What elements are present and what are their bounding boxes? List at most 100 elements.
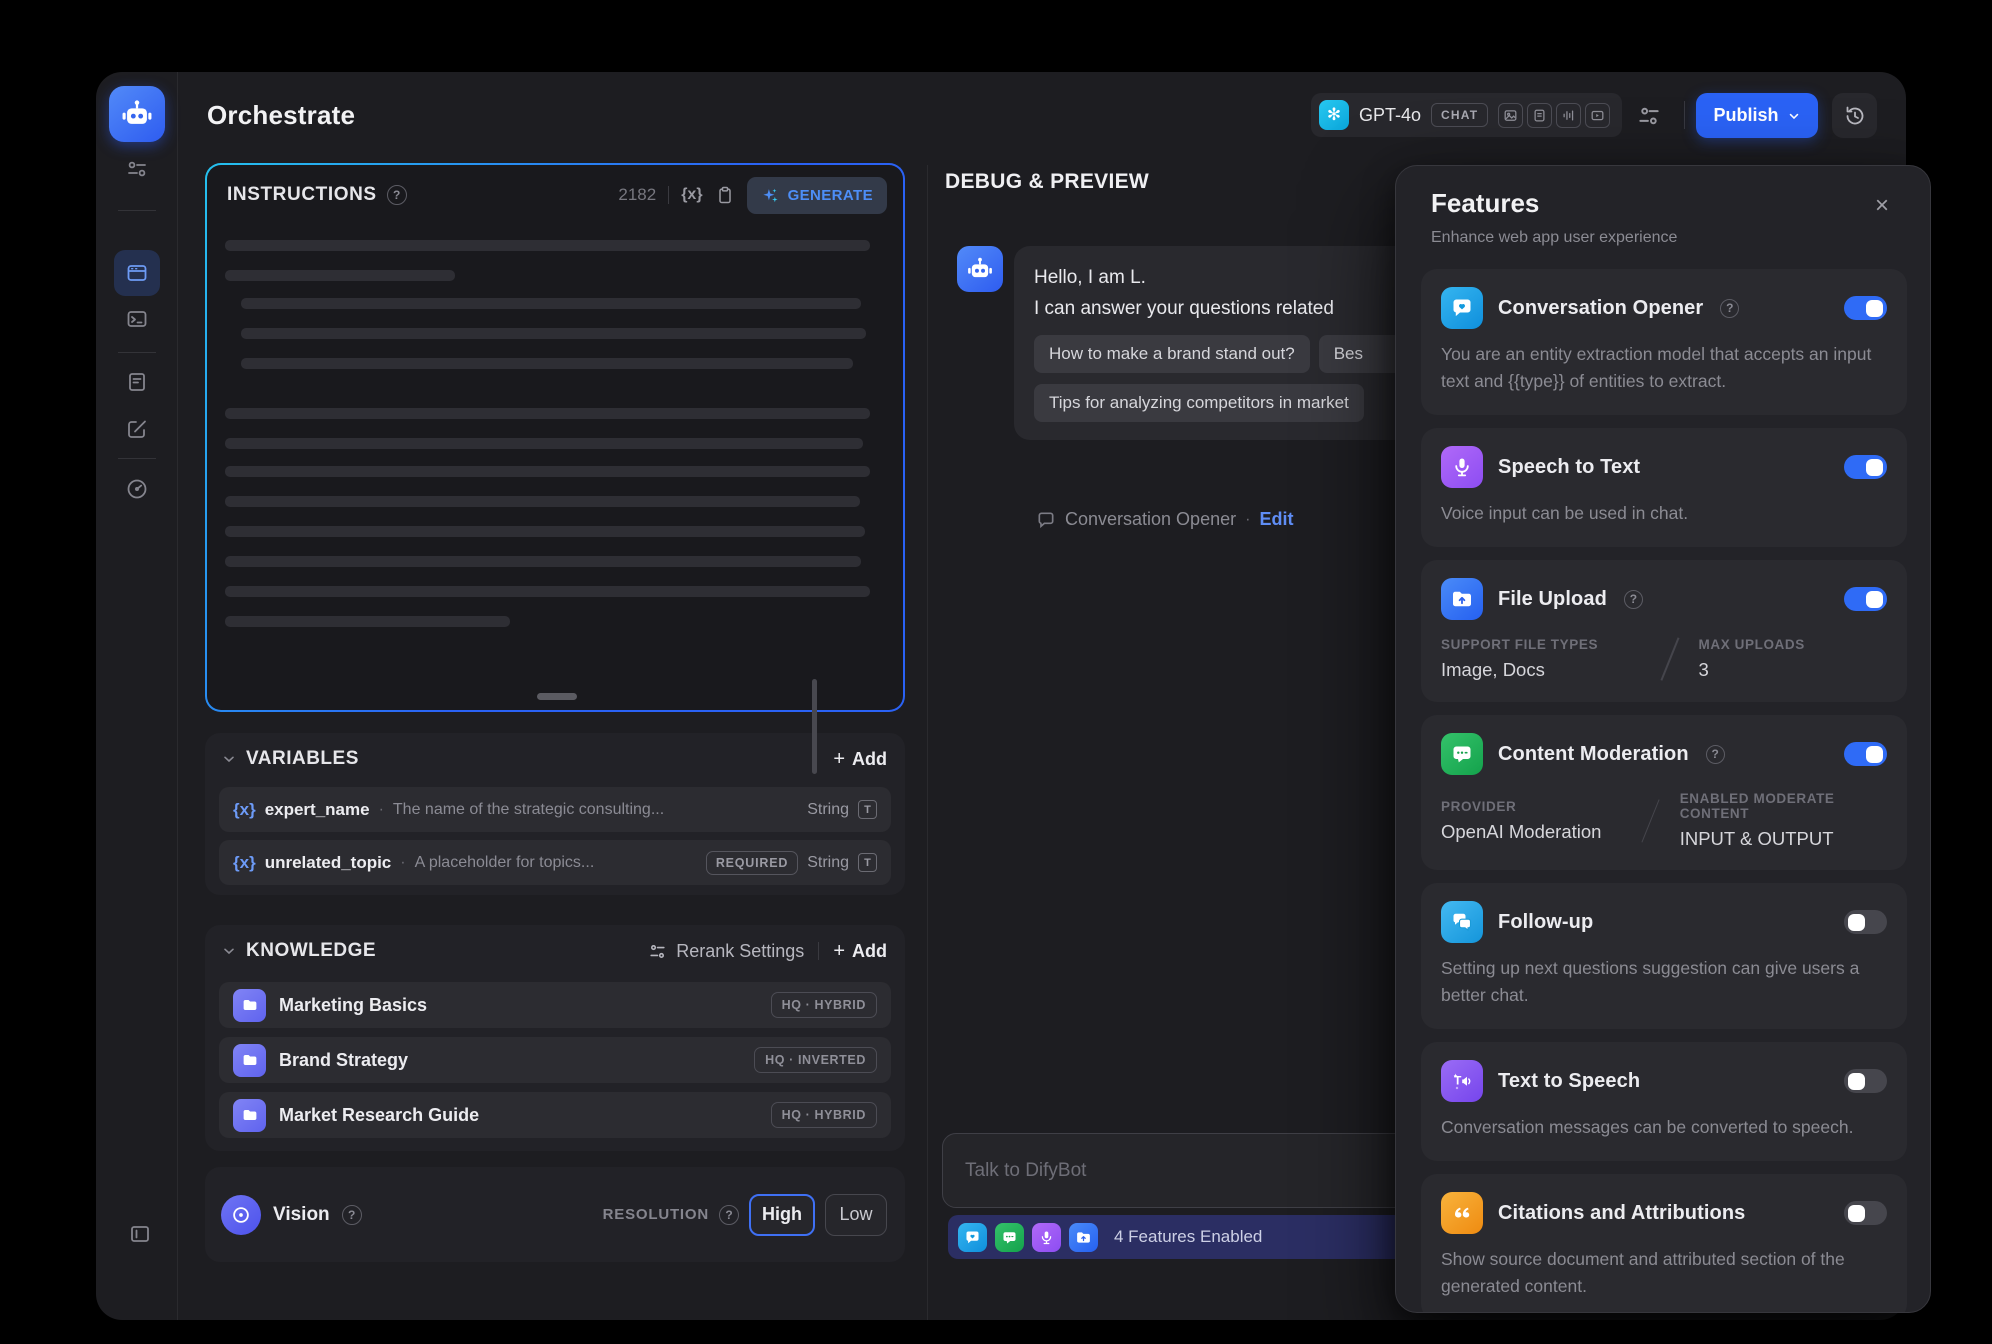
app-logo-robot-icon[interactable] bbox=[109, 86, 165, 142]
scrollbar-thumb[interactable] bbox=[812, 679, 817, 774]
field-divider bbox=[1642, 799, 1660, 842]
feature-title: Citations and Attributions bbox=[1498, 1202, 1745, 1225]
suggested-question-chip[interactable]: How to make a brand stand out? bbox=[1034, 335, 1310, 373]
clipboard-icon[interactable] bbox=[715, 185, 735, 205]
resolution-low-button[interactable]: Low bbox=[825, 1194, 887, 1236]
knowledge-title: KNOWLEDGE bbox=[246, 940, 376, 962]
folder-upload-icon bbox=[1441, 578, 1483, 620]
add-label: Add bbox=[852, 749, 887, 770]
variable-icon: {x} bbox=[233, 800, 256, 820]
quote-icon bbox=[1441, 1192, 1483, 1234]
variable-row[interactable]: {x} unrelated_topic · A placeholder for … bbox=[219, 840, 891, 885]
feature-toggle[interactable] bbox=[1844, 1069, 1887, 1093]
variable-row[interactable]: {x} expert_name · The name of the strate… bbox=[219, 787, 891, 832]
feature-toggle[interactable] bbox=[1844, 1201, 1887, 1225]
dataset-folder-icon bbox=[233, 1044, 266, 1077]
video-capability-icon bbox=[1585, 103, 1610, 128]
sidebar-item-orchestrate[interactable] bbox=[114, 250, 160, 296]
sidebar-item-settings-sliders-icon[interactable] bbox=[125, 157, 149, 181]
sidebar-collapse-icon[interactable] bbox=[128, 1222, 152, 1246]
publish-label: Publish bbox=[1713, 105, 1778, 126]
add-knowledge-button[interactable]: + Add bbox=[833, 940, 887, 963]
field-label: PROVIDER bbox=[1441, 799, 1622, 814]
sidebar-divider bbox=[118, 352, 156, 353]
knowledge-badge: HQ · HYBRID bbox=[771, 1102, 877, 1128]
message-dots-icon bbox=[995, 1223, 1024, 1252]
sidebar-item-logs-icon[interactable] bbox=[125, 370, 149, 394]
variable-desc: The name of the strategic consulting... bbox=[393, 801, 664, 819]
openai-logo-icon: ✻ bbox=[1319, 100, 1349, 130]
close-icon[interactable]: × bbox=[1868, 192, 1896, 220]
skeleton-line bbox=[225, 466, 870, 477]
feature-field: SUPPORT FILE TYPES Image, Docs bbox=[1441, 637, 1641, 681]
feature-toggle[interactable] bbox=[1844, 455, 1887, 479]
chat-heart-icon bbox=[958, 1223, 987, 1252]
add-variable-button[interactable]: + Add bbox=[833, 748, 887, 771]
variable-type: String bbox=[807, 801, 849, 819]
feature-toggle[interactable] bbox=[1844, 587, 1887, 611]
model-selector[interactable]: ✻ GPT-4o CHAT bbox=[1311, 93, 1622, 137]
history-button[interactable] bbox=[1832, 93, 1877, 138]
variable-icon: {x} bbox=[233, 853, 256, 873]
model-config-sliders-icon[interactable] bbox=[1636, 103, 1662, 129]
knowledge-row[interactable]: Brand Strategy HQ · INVERTED bbox=[219, 1037, 891, 1083]
rerank-sliders-icon bbox=[648, 942, 667, 961]
help-icon[interactable]: ? bbox=[342, 1205, 362, 1225]
field-value: Image, Docs bbox=[1441, 659, 1641, 681]
field-divider bbox=[1660, 637, 1679, 680]
window-icon bbox=[125, 261, 149, 285]
required-badge: REQUIRED bbox=[706, 851, 798, 875]
feature-desc: Conversation messages can be converted t… bbox=[1441, 1114, 1887, 1141]
feature-card-text-to-speech: T Text to Speech Conversation messages c… bbox=[1421, 1042, 1907, 1161]
suggested-question-chip[interactable]: Tips for analyzing competitors in market bbox=[1034, 384, 1364, 422]
sidebar bbox=[96, 72, 178, 1320]
instructions-panel: INSTRUCTIONS ? 2182 {x} bbox=[205, 163, 905, 712]
feature-toggle[interactable] bbox=[1844, 742, 1887, 766]
audio-capability-icon bbox=[1556, 103, 1581, 128]
feature-field: MAX UPLOADS 3 bbox=[1699, 637, 1805, 681]
sparkles-icon bbox=[761, 186, 780, 205]
microphone-icon bbox=[1441, 446, 1483, 488]
resolution-label: RESOLUTION bbox=[603, 1206, 709, 1223]
feature-card-follow-up: Follow-up Setting up next questions sugg… bbox=[1421, 883, 1907, 1029]
chevron-down-icon[interactable] bbox=[221, 943, 237, 959]
feature-title: Conversation Opener bbox=[1498, 297, 1703, 320]
features-panel: Features Enhance web app user experience… bbox=[1395, 165, 1931, 1313]
knowledge-name: Marketing Basics bbox=[279, 995, 427, 1016]
feature-card-citations: Citations and Attributions Show source d… bbox=[1421, 1174, 1907, 1313]
knowledge-row[interactable]: Market Research Guide HQ · HYBRID bbox=[219, 1092, 891, 1138]
resolution-high-button[interactable]: High bbox=[749, 1194, 815, 1236]
chevron-down-icon[interactable] bbox=[221, 751, 237, 767]
generate-button[interactable]: GENERATE bbox=[747, 177, 887, 214]
insert-variable-icon[interactable]: {x} bbox=[681, 186, 702, 204]
feature-toggle[interactable] bbox=[1844, 910, 1887, 934]
knowledge-badge: HQ · INVERTED bbox=[754, 1047, 877, 1073]
sidebar-item-annotation-edit-icon[interactable] bbox=[125, 417, 149, 441]
header-divider bbox=[818, 942, 819, 960]
feature-toggle[interactable] bbox=[1844, 296, 1887, 320]
help-icon[interactable]: ? bbox=[719, 1205, 739, 1225]
help-icon[interactable]: ? bbox=[387, 185, 407, 205]
feature-card-content-moderation: Content Moderation ? PROVIDER OpenAI Mod… bbox=[1421, 715, 1907, 870]
features-enabled-label: 4 Features Enabled bbox=[1114, 1227, 1262, 1247]
string-type-icon: T bbox=[858, 853, 877, 872]
bot-avatar bbox=[957, 246, 1003, 292]
skeleton-line bbox=[225, 438, 863, 449]
knowledge-row[interactable]: Marketing Basics HQ · HYBRID bbox=[219, 982, 891, 1028]
knowledge-section: KNOWLEDGE Rerank Settings + Add bbox=[205, 925, 905, 1151]
help-icon[interactable]: ? bbox=[1624, 590, 1643, 609]
skeleton-line bbox=[241, 358, 853, 369]
char-count: 2182 bbox=[618, 185, 656, 205]
help-icon[interactable]: ? bbox=[1706, 745, 1725, 764]
model-capabilities bbox=[1498, 103, 1610, 128]
rerank-settings-button[interactable]: Rerank Settings bbox=[648, 941, 804, 962]
edit-opener-link[interactable]: Edit bbox=[1259, 509, 1293, 530]
skeleton-line bbox=[225, 526, 865, 537]
help-icon[interactable]: ? bbox=[1720, 299, 1739, 318]
sidebar-item-monitoring-gauge-icon[interactable] bbox=[125, 477, 149, 501]
publish-button[interactable]: Publish bbox=[1696, 93, 1818, 138]
skeleton-line bbox=[225, 586, 870, 597]
resize-drag-handle[interactable] bbox=[537, 693, 577, 700]
chat-input-placeholder: Talk to DifyBot bbox=[965, 1160, 1086, 1182]
sidebar-item-terminal-icon[interactable] bbox=[125, 307, 149, 331]
